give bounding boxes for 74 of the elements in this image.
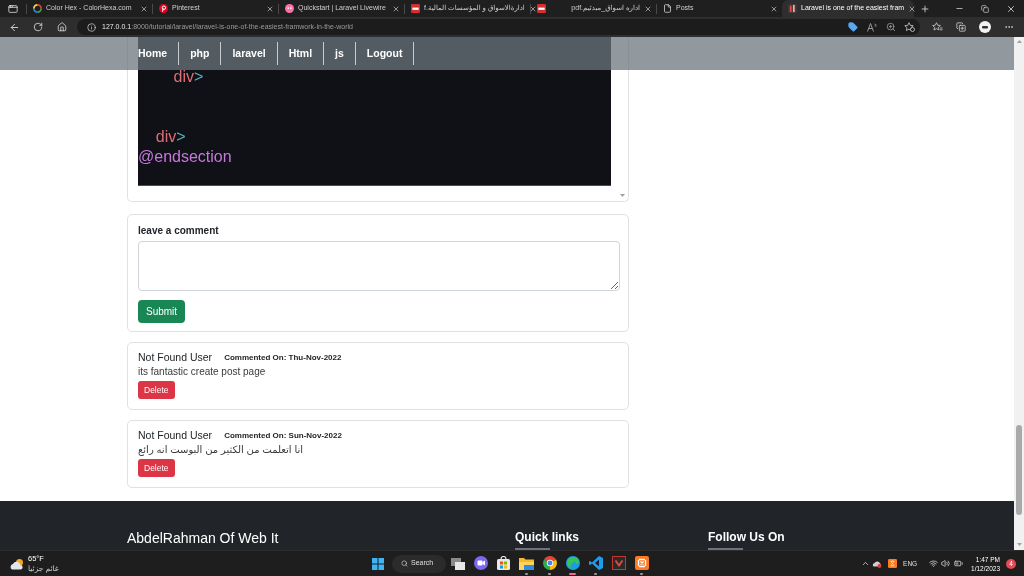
close-icon[interactable] (266, 4, 274, 13)
comment-text: انا اتعلمت من الكثير من البوست انه رائع (138, 443, 304, 457)
footer-heading: Follow Us On (708, 530, 785, 545)
close-icon[interactable] (770, 4, 778, 13)
comment-author: Not Found User (138, 350, 213, 366)
favorites-icon[interactable] (931, 22, 943, 32)
battery-icon[interactable] (954, 559, 964, 568)
nav-link[interactable]: laravel (221, 42, 278, 65)
delete-button[interactable]: Delete (138, 381, 175, 399)
code-line: div> (155, 127, 186, 147)
window-menu-icon[interactable] (8, 3, 18, 14)
knot-logo-icon[interactable] (887, 559, 897, 568)
form-label: leave a comment (138, 224, 219, 238)
collections-icon[interactable] (956, 22, 966, 32)
restore-icon[interactable] (981, 4, 989, 13)
comment-date: Commented On: Thu-Nov-2022 (224, 352, 342, 364)
comment-author: Not Found User (138, 428, 213, 444)
comment-text: its fantastic create post page (138, 365, 266, 379)
info-icon[interactable] (87, 22, 96, 32)
code-line: div> (173, 67, 204, 87)
chevron-up-icon[interactable] (861, 559, 871, 568)
comment-date: Commented On: Sun-Nov-2022 (224, 430, 342, 442)
chevron-logo-icon[interactable] (611, 556, 626, 570)
scrollbar-thumb[interactable] (1016, 425, 1022, 515)
footer-heading: Quick links (515, 530, 580, 545)
home-icon[interactable] (57, 22, 67, 32)
circle-logo-icon[interactable] (542, 556, 557, 570)
pin-logo-icon (159, 4, 168, 13)
close-icon[interactable] (908, 4, 917, 13)
scroll-down-icon[interactable] (619, 194, 625, 197)
submit-button[interactable]: Submit (138, 300, 186, 323)
add-favorite-icon[interactable] (904, 22, 915, 32)
nav-link[interactable]: Home (137, 42, 180, 65)
search-icon (401, 560, 408, 567)
nav-link[interactable]: Html (277, 42, 325, 65)
document-icon (537, 4, 546, 13)
close-icon[interactable] (528, 4, 537, 13)
zoom-icon[interactable] (885, 22, 896, 32)
read-aloud-icon[interactable] (866, 22, 877, 32)
ribbon-logo-icon[interactable] (588, 556, 603, 570)
tag-icon[interactable] (847, 22, 858, 32)
new-tab-icon[interactable] (920, 3, 930, 14)
knot-logo-icon[interactable] (634, 556, 649, 570)
close-icon[interactable] (392, 4, 400, 13)
start-icon[interactable] (372, 557, 384, 570)
ring-icon (33, 4, 42, 13)
cloud-sun-icon[interactable] (9, 557, 25, 570)
nav-link[interactable]: Logout (355, 42, 415, 65)
close-icon[interactable] (1006, 3, 1016, 14)
round-logo-icon (285, 4, 294, 13)
code-line: @endsection (138, 147, 232, 167)
close-icon[interactable] (644, 4, 652, 13)
task-view-icon[interactable] (450, 558, 465, 570)
nav-link[interactable]: js (324, 42, 356, 65)
reload-icon[interactable] (33, 22, 43, 32)
wifi-icon[interactable] (928, 559, 938, 568)
page-icon (663, 4, 672, 13)
cloud-icon[interactable] (872, 559, 883, 568)
volume-icon[interactable] (941, 559, 951, 568)
comment-field[interactable] (138, 241, 620, 291)
swirl-logo-icon[interactable] (565, 556, 580, 570)
video-chat-icon[interactable] (473, 556, 488, 570)
nav-link[interactable]: php (179, 42, 222, 65)
footer-brand: AbdelRahman Of Web It (127, 530, 280, 546)
heading-underline (515, 548, 550, 550)
avatar-icon[interactable] (979, 21, 991, 33)
close-icon[interactable] (140, 4, 148, 13)
heading-underline (708, 548, 743, 550)
bars-logo-icon (788, 4, 797, 13)
document-icon (411, 4, 420, 13)
back-icon[interactable] (8, 21, 20, 33)
folder-icon[interactable] (519, 557, 534, 570)
shopping-bag-icon[interactable] (497, 556, 510, 570)
delete-button[interactable]: Delete (138, 459, 175, 477)
